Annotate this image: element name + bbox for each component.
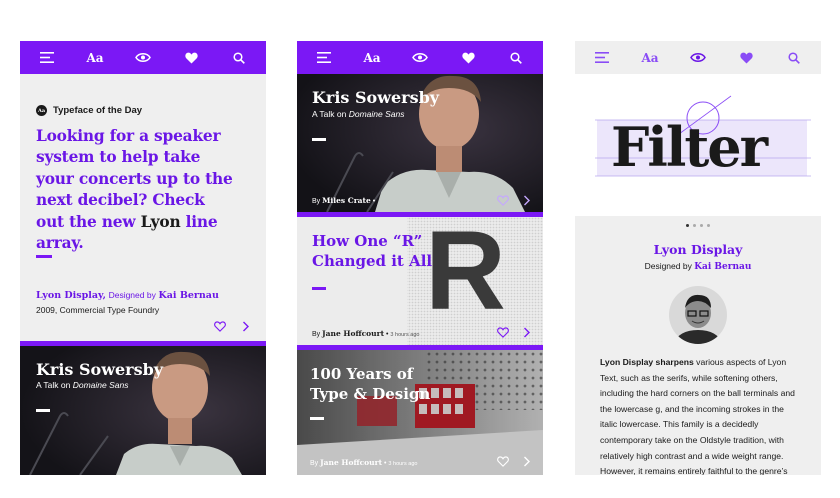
byline-by: By xyxy=(310,460,319,467)
favorite-heart-icon[interactable] xyxy=(497,195,509,206)
heart-icon[interactable] xyxy=(180,47,202,69)
menu-icon[interactable] xyxy=(591,47,613,69)
carousel-dot[interactable] xyxy=(700,224,703,227)
article-title-line2: Type & Design xyxy=(310,385,431,403)
carousel-dot[interactable] xyxy=(707,224,710,227)
promo-headline[interactable]: Looking for a speaker system to help tak… xyxy=(36,126,236,254)
typeface-nav-button[interactable]: Aa xyxy=(361,47,383,69)
big-r-letter: R xyxy=(425,217,506,333)
feature-subtitle: A Talk on Domaine Sans xyxy=(312,109,404,119)
phone-screen-font-detail: Aa Filter Lyon Display Designed by Kai B… xyxy=(575,41,821,475)
byline-by: By xyxy=(312,198,321,205)
top-nav: Aa xyxy=(20,41,266,74)
byline-by: By xyxy=(312,331,321,338)
typeface-nav-button[interactable]: Aa xyxy=(639,47,661,69)
designed-by-label: Designed by xyxy=(644,261,692,271)
search-icon[interactable] xyxy=(505,47,527,69)
phone-screen-typeface-of-the-day: Aa Aa Typeface of the Day Looking for a … xyxy=(20,41,266,475)
eyebrow-label: Typeface of the Day xyxy=(53,105,143,116)
feature-byline: By Miles Crate • xyxy=(312,196,375,205)
article-dash xyxy=(310,417,324,420)
talk-subtitle-prefix: A Talk on xyxy=(36,380,73,390)
font-meta: 2009, Commercial Type Foundry xyxy=(36,305,160,315)
top-nav: Aa xyxy=(297,41,543,74)
menu-icon[interactable] xyxy=(36,47,58,69)
typeface-nav-button[interactable]: Aa xyxy=(84,47,106,69)
designed-by-label: Designed by xyxy=(108,290,156,300)
talk-card[interactable]: Kris Sowersby A Talk on Domaine Sans xyxy=(20,346,266,475)
eyebrow-row: Aa Typeface of the Day xyxy=(36,105,142,116)
chevron-right-icon[interactable] xyxy=(523,327,531,338)
chevron-right-icon[interactable] xyxy=(523,195,531,206)
byline-author[interactable]: Jane Hoffcourt xyxy=(320,458,382,467)
byline-author[interactable]: Jane Hoffcourt xyxy=(322,329,384,338)
description-lead: Lyon Display sharpens xyxy=(600,357,694,367)
carousel-dots[interactable] xyxy=(575,224,821,227)
byline-dot: • xyxy=(384,460,387,467)
accent-dash xyxy=(36,255,52,258)
designer-line: Designed by Kai Bernau xyxy=(575,261,821,272)
carousel-dot-active[interactable] xyxy=(686,224,689,227)
designer-link[interactable]: Kai Bernau xyxy=(694,262,751,272)
article-title: 100 Years of Type & Design xyxy=(310,364,430,404)
feature-subtitle-prefix: A Talk on xyxy=(312,109,349,119)
menu-icon[interactable] xyxy=(313,47,335,69)
font-name[interactable]: Lyon Display, xyxy=(36,290,106,301)
search-icon[interactable] xyxy=(228,47,250,69)
article-dash xyxy=(312,287,326,290)
article-title-line2: Changed it All xyxy=(312,252,433,270)
byline-time: 3 hours ago xyxy=(390,332,420,338)
favorite-heart-icon[interactable] xyxy=(497,327,509,338)
aa-badge-icon: Aa xyxy=(36,105,47,116)
font-credit: Lyon Display, Designed by Kai Bernau xyxy=(36,290,219,301)
specimen-hero: Filter xyxy=(575,74,821,216)
carousel-dot[interactable] xyxy=(693,224,696,227)
article-byline: By Jane Hoffcourt • 3 hours ago xyxy=(312,329,419,338)
heart-icon[interactable] xyxy=(735,47,757,69)
eye-icon[interactable] xyxy=(409,47,431,69)
talk-subtitle: A Talk on Domaine Sans xyxy=(36,380,128,390)
heart-icon[interactable] xyxy=(457,47,479,69)
card-dash xyxy=(36,409,50,412)
phone-screen-feed: Aa Kris Sowersby A Talk on Domaine Sans xyxy=(297,41,543,475)
article-title-line1: How One “R” xyxy=(312,232,423,250)
designer-link[interactable]: Kai Bernau xyxy=(158,290,218,301)
feature-subtitle-font: Domaine Sans xyxy=(348,109,405,119)
description-body: various aspects of Lyon Text, such as th… xyxy=(600,357,795,475)
favorite-heart-icon[interactable] xyxy=(214,321,226,332)
headline-typeface-word: Lyon xyxy=(140,212,181,231)
eye-icon[interactable] xyxy=(132,47,154,69)
talk-subtitle-font: Domaine Sans xyxy=(72,380,129,390)
talk-title: Kris Sowersby xyxy=(36,360,164,379)
top-nav: Aa xyxy=(575,41,821,74)
favorite-heart-icon[interactable] xyxy=(497,456,509,467)
byline-author[interactable]: Miles Crate xyxy=(322,196,371,205)
byline-dot: • xyxy=(386,331,389,338)
specimen-word: Filter xyxy=(611,115,768,179)
article-card-100-years[interactable]: 100 Years of Type & Design By Jane Hoffc… xyxy=(297,350,543,475)
byline-time: 3 hours ago xyxy=(388,461,418,467)
article-byline: By Jane Hoffcourt • 3 hours ago xyxy=(310,458,417,467)
feature-title: Kris Sowersby xyxy=(312,88,440,107)
font-info-panel: Lyon Display Designed by Kai Bernau Lyon… xyxy=(575,216,821,475)
chevron-right-icon[interactable] xyxy=(242,321,250,332)
article-card-r[interactable]: R How One “R” Changed it All By Jane Hof… xyxy=(297,217,543,345)
chevron-right-icon[interactable] xyxy=(523,456,531,467)
avatar xyxy=(669,286,727,344)
font-description: Lyon Display sharpens various aspects of… xyxy=(600,355,800,475)
font-name: Lyon Display xyxy=(653,242,743,257)
search-icon[interactable] xyxy=(783,47,805,69)
byline-dot: • xyxy=(372,198,376,205)
feature-dash xyxy=(312,138,326,141)
feature-talk-card[interactable]: Kris Sowersby A Talk on Domaine Sans By … xyxy=(297,74,543,212)
eye-icon[interactable] xyxy=(687,47,709,69)
article-title-line1: 100 Years of xyxy=(310,365,414,383)
article-title: How One “R” Changed it All xyxy=(312,231,432,271)
